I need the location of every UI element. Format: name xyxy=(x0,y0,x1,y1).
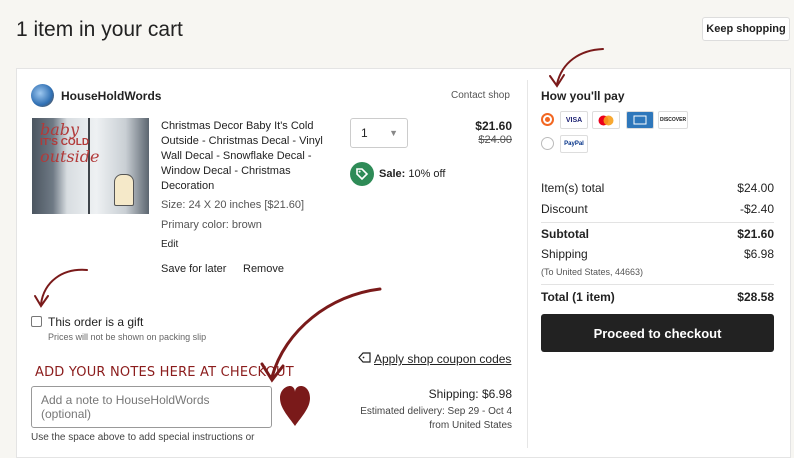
keep-shopping-button[interactable]: Keep shopping xyxy=(702,17,790,41)
quantity-select[interactable]: 1 ▼ xyxy=(350,118,408,148)
gift-label[interactable]: This order is a gift xyxy=(48,315,143,329)
summary-divider xyxy=(541,222,774,223)
discover-icon: DISCOVER xyxy=(658,111,688,129)
lantern-image xyxy=(114,174,134,206)
coupon-text: Apply shop coupon codes xyxy=(374,352,512,366)
notes-help-text: Use the space above to add special instr… xyxy=(31,432,255,443)
subtotal-label: Subtotal xyxy=(541,227,589,241)
apply-coupon-link[interactable]: Apply shop coupon codes xyxy=(358,352,511,366)
thumbnail-lettering: baby IT'S COLD outside xyxy=(40,122,120,166)
card-payment-radio[interactable] xyxy=(541,113,554,126)
ships-from: from United States xyxy=(429,420,512,431)
discount-row: Discount -$2.40 xyxy=(541,202,774,216)
heart-icon xyxy=(280,386,310,426)
delivery-estimate: Estimated delivery: Sep 29 - Oct 4 from … xyxy=(360,405,512,433)
total-row: Total (1 item) $28.58 xyxy=(541,290,774,304)
sale-label: Sale: xyxy=(379,168,406,180)
remove-link[interactable]: Remove xyxy=(243,263,284,275)
proceed-to-checkout-button[interactable]: Proceed to checkout xyxy=(541,314,774,352)
paypal-icon: PayPal xyxy=(560,135,588,153)
discount-value: -$2.40 xyxy=(739,202,774,216)
shipping-value: $6.98 xyxy=(743,247,774,261)
shipping-row: Shipping $6.98 xyxy=(541,247,774,261)
chevron-down-icon: ▼ xyxy=(389,128,398,138)
sale-info: Sale: 10% off xyxy=(379,168,445,180)
payment-heading: How you'll pay xyxy=(541,89,625,103)
sale-value: 10% off xyxy=(408,168,446,180)
quantity-value: 1 xyxy=(361,126,368,140)
column-divider xyxy=(527,80,528,448)
total-divider xyxy=(541,284,774,285)
paypal-payment-radio[interactable] xyxy=(541,137,554,150)
tag-icon xyxy=(356,168,369,181)
total-value: $28.58 xyxy=(737,290,774,304)
product-thumbnail[interactable]: baby IT'S COLD outside xyxy=(32,118,149,214)
items-total-value: $24.00 xyxy=(737,181,774,195)
amex-icon xyxy=(626,111,654,129)
shop-name[interactable]: HouseHoldWords xyxy=(61,89,161,103)
items-total-label: Item(s) total xyxy=(541,181,605,195)
delivery-dates: Estimated delivery: Sep 29 - Oct 4 xyxy=(360,406,512,417)
note-to-seller-input[interactable] xyxy=(31,386,272,428)
subtotal-row: Subtotal $21.60 xyxy=(541,227,774,241)
product-title-link[interactable]: Christmas Decor Baby It's Cold Outside -… xyxy=(161,119,341,194)
item-original-price: $24.00 xyxy=(478,134,512,146)
mastercard-icon xyxy=(592,111,620,129)
visa-icon: VISA xyxy=(560,111,588,129)
shipping-destination: (To United States, 44663) xyxy=(541,267,644,277)
page-title: 1 item in your cart xyxy=(16,18,183,41)
item-price: $21.60 xyxy=(475,119,512,133)
shipping-cost: Shipping: $6.98 xyxy=(428,387,512,401)
contact-shop-link[interactable]: Contact shop xyxy=(451,90,510,101)
thumb-text-3: outside xyxy=(40,147,100,166)
gift-note: Prices will not be shown on packing slip xyxy=(48,332,207,342)
edit-link[interactable]: Edit xyxy=(161,239,178,250)
sale-tag-icon xyxy=(350,162,374,186)
shipping-label: Shipping xyxy=(541,247,588,261)
subtotal-value: $21.60 xyxy=(737,227,774,241)
total-label: Total (1 item) xyxy=(541,290,615,304)
discount-label: Discount xyxy=(541,202,588,216)
items-total-row: Item(s) total $24.00 xyxy=(541,181,774,195)
save-for-later-link[interactable]: Save for later xyxy=(161,263,226,275)
product-color: Primary color: brown xyxy=(161,219,262,231)
coupon-tag-icon xyxy=(358,352,371,366)
gift-checkbox[interactable] xyxy=(31,316,42,327)
shop-logo-icon[interactable] xyxy=(31,84,54,107)
notes-annotation-heading: ADD YOUR NOTES HERE AT CHECKOUT xyxy=(35,365,294,380)
product-size: Size: 24 X 20 inches [$21.60] xyxy=(161,199,305,211)
